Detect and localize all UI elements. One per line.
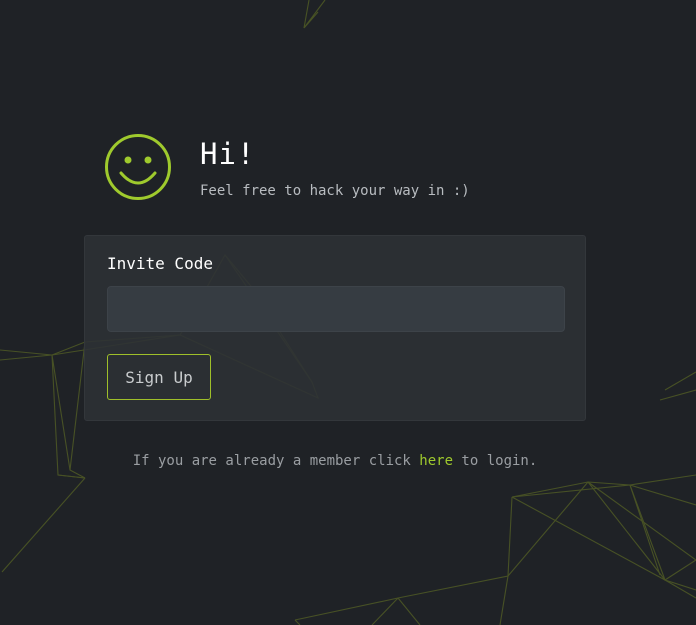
- login-link[interactable]: here: [419, 453, 453, 469]
- login-prompt-text: If you are already a member click: [132, 453, 420, 469]
- sign-up-button[interactable]: Sign Up: [107, 354, 211, 400]
- login-prompt: If you are already a member click here t…: [0, 452, 670, 470]
- invite-code-label: Invite Code: [107, 254, 213, 273]
- invite-code-input[interactable]: [107, 286, 565, 332]
- invite-card: Invite Code Sign Up: [84, 235, 586, 421]
- smiley-face-icon: [105, 134, 171, 200]
- page-title: Hi!: [200, 137, 256, 171]
- login-prompt-suffix: to login.: [453, 453, 538, 469]
- page-subtitle: Feel free to hack your way in :): [200, 183, 470, 199]
